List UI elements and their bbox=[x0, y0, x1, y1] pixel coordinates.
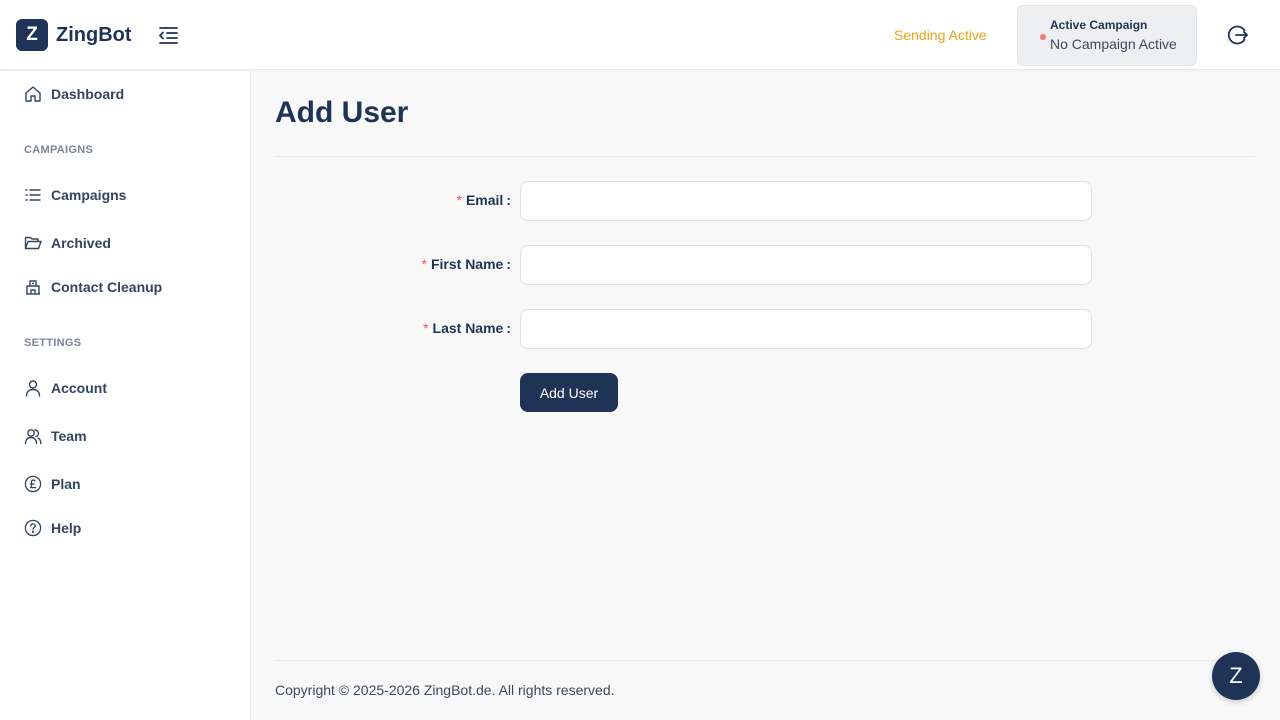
building-icon bbox=[24, 278, 42, 296]
section-title-campaigns: CAMPAIGNS bbox=[24, 144, 94, 156]
first-name-field[interactable] bbox=[520, 245, 1092, 285]
sidebar-item-help[interactable]: Help bbox=[24, 516, 81, 540]
sidebar-item-label: Team bbox=[51, 428, 87, 444]
label-colon: : bbox=[506, 320, 511, 336]
sidebar-item-plan[interactable]: Plan bbox=[24, 472, 81, 496]
sidebar-item-campaigns[interactable]: Campaigns bbox=[24, 183, 126, 207]
active-campaign-value: No Campaign Active bbox=[1050, 36, 1177, 52]
sidebar-item-label: Campaigns bbox=[51, 187, 127, 203]
sidebar-item-label: Help bbox=[51, 520, 82, 536]
sidebar-item-label: Plan bbox=[51, 476, 81, 492]
first-name-label: * First Name: bbox=[422, 256, 511, 272]
required-marker: * bbox=[456, 192, 462, 208]
sidebar-item-contact-cleanup[interactable]: Contact Cleanup bbox=[24, 275, 162, 299]
add-user-button[interactable]: Add User bbox=[520, 373, 618, 412]
first-name-label-text: First Name bbox=[430, 256, 504, 272]
sidebar-item-team[interactable]: Team bbox=[24, 424, 87, 448]
top-header: Z ZingBot Sending Active Active Campaign… bbox=[0, 0, 1280, 70]
menu-collapse-icon[interactable] bbox=[156, 24, 180, 46]
last-name-field[interactable] bbox=[520, 309, 1092, 349]
sidebar-item-archived[interactable]: Archived bbox=[24, 231, 111, 255]
copyright-text: Copyright © 2025-2026 ZingBot.de. All ri… bbox=[275, 682, 615, 698]
last-name-label: * Last Name: bbox=[423, 320, 511, 336]
page-title: Add User bbox=[275, 96, 409, 129]
last-name-label-text: Last Name bbox=[432, 320, 504, 336]
sidebar-item-label: Account bbox=[51, 380, 107, 396]
status-dot-icon bbox=[1040, 34, 1046, 40]
title-divider bbox=[275, 156, 1255, 157]
email-label: * Email: bbox=[457, 192, 511, 208]
sidebar-item-label: Dashboard bbox=[51, 86, 125, 102]
sidebar: Dashboard CAMPAIGNS Campaigns Archived C… bbox=[0, 71, 251, 720]
email-field[interactable] bbox=[520, 181, 1092, 221]
sidebar-item-dashboard[interactable]: Dashboard bbox=[24, 82, 124, 106]
app-name: ZingBot bbox=[56, 24, 132, 46]
logo-mark: Z bbox=[16, 19, 48, 51]
list-icon bbox=[24, 186, 42, 204]
sidebar-item-label: Contact Cleanup bbox=[51, 279, 163, 295]
sending-status: Sending Active bbox=[894, 27, 987, 43]
footer-divider bbox=[275, 660, 1255, 661]
required-marker: * bbox=[421, 256, 427, 272]
pound-icon bbox=[24, 475, 42, 493]
section-title-settings: SETTINGS bbox=[24, 337, 82, 349]
chat-launcher-button[interactable]: Z bbox=[1212, 652, 1260, 700]
sidebar-item-account[interactable]: Account bbox=[24, 376, 107, 400]
folder-open-icon bbox=[24, 234, 42, 252]
required-marker: * bbox=[423, 320, 429, 336]
active-campaign-panel[interactable]: Active Campaign No Campaign Active bbox=[1017, 5, 1197, 66]
help-circle-icon bbox=[24, 519, 42, 537]
label-colon: : bbox=[506, 192, 511, 208]
email-label-text: Email bbox=[465, 192, 504, 208]
users-icon bbox=[24, 427, 42, 445]
home-icon bbox=[24, 85, 42, 103]
active-campaign-title: Active Campaign bbox=[1050, 18, 1148, 32]
label-colon: : bbox=[506, 256, 511, 272]
logout-icon[interactable] bbox=[1226, 23, 1250, 47]
user-icon bbox=[24, 379, 42, 397]
sidebar-item-label: Archived bbox=[51, 235, 111, 251]
